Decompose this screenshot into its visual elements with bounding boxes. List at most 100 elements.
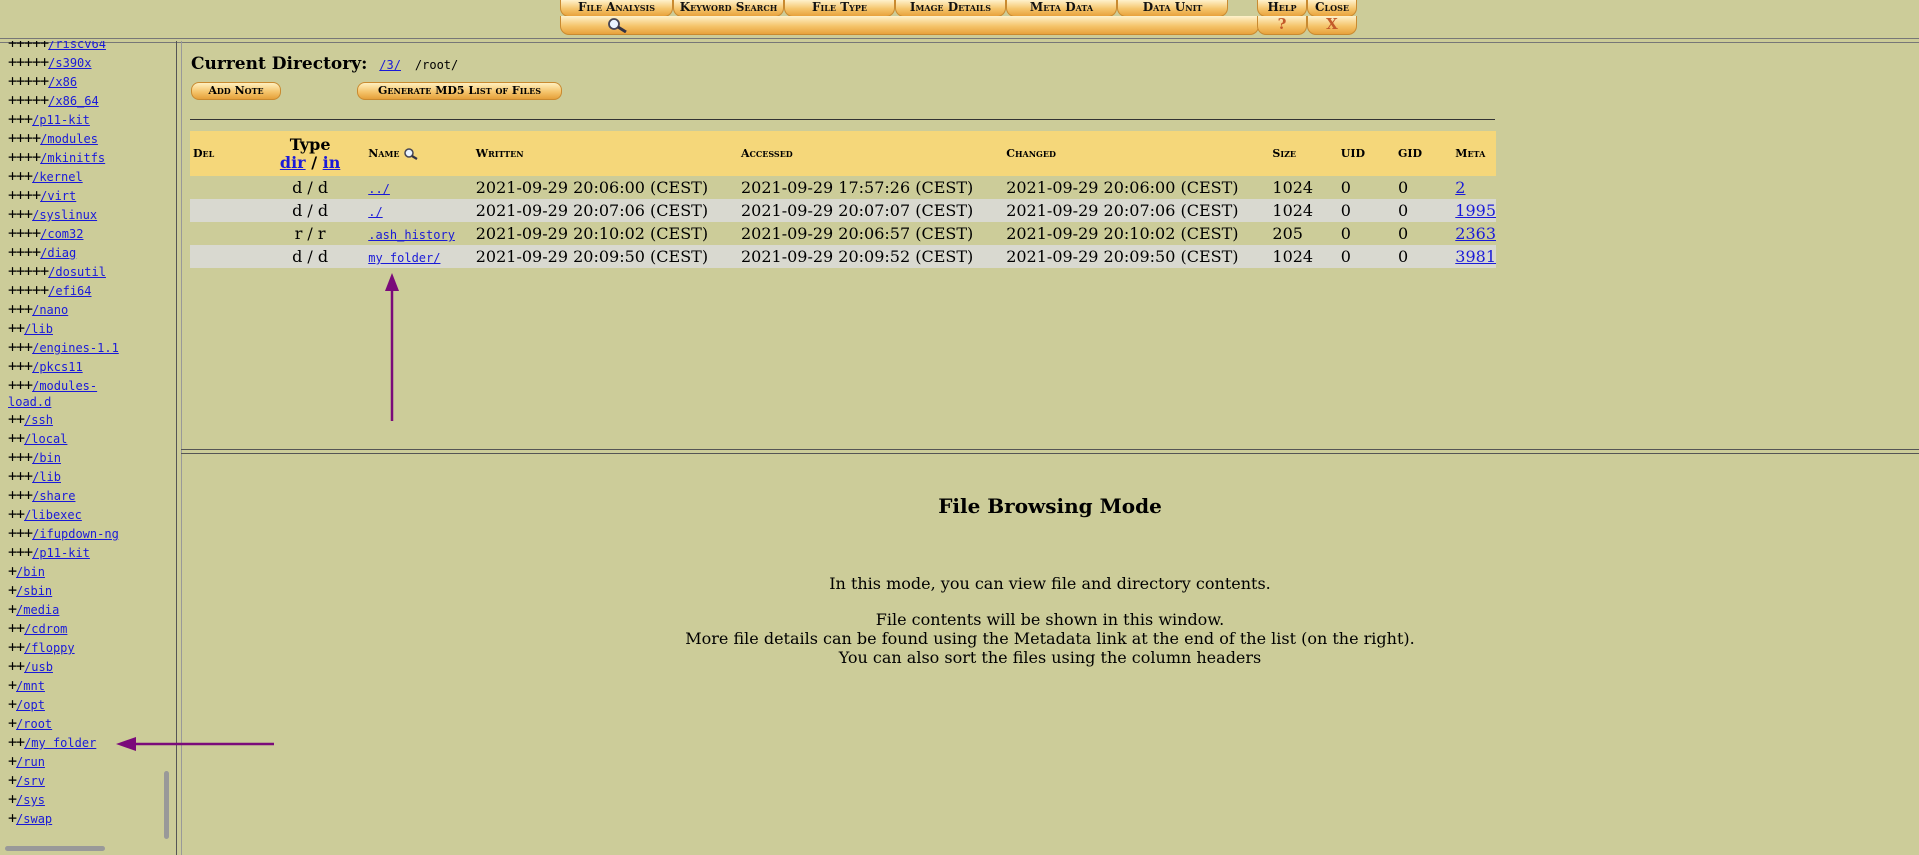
tree-item-link[interactable]: /com32 (40, 227, 83, 241)
tree-item-link[interactable]: /nano (32, 303, 68, 317)
tree-item-link[interactable]: /share (32, 489, 75, 503)
current-directory-link[interactable]: /3/ (379, 58, 401, 72)
tree-expand-marker: +++++ (8, 72, 49, 90)
close-icon[interactable]: X (1307, 16, 1357, 35)
file-name-link[interactable]: .ash_history (368, 228, 455, 242)
add-note-button[interactable]: Add Note (191, 82, 281, 100)
cell-gid: 0 (1394, 176, 1453, 199)
header-changed[interactable]: Changed (1003, 131, 1270, 176)
tree-item-link[interactable]: /syslinux (32, 208, 97, 222)
generate-md5-button[interactable]: Generate MD5 List of Files (357, 82, 562, 100)
tree-item-link[interactable]: /srv (16, 774, 45, 788)
meta-link[interactable]: 2 (1455, 178, 1465, 197)
tree-item-link[interactable]: /x86 (48, 75, 77, 89)
tree-item: ++++/modules (8, 130, 98, 147)
tree-item: +/sbin (8, 582, 52, 599)
tree-vertical-scrollbar[interactable] (164, 771, 169, 839)
tree-item-link[interactable]: /kernel (32, 170, 83, 184)
header-size[interactable]: Size (1269, 131, 1338, 176)
help-icon[interactable]: ? (1257, 16, 1307, 35)
file-name-link[interactable]: my folder/ (368, 251, 440, 265)
header-written[interactable]: Written (472, 131, 738, 176)
cell-uid: 0 (1337, 199, 1395, 222)
tree-item-link[interactable]: /mnt (16, 679, 45, 693)
cell-del (190, 222, 253, 245)
tree-item-link[interactable]: /modules- (32, 379, 97, 393)
tree-item-link[interactable]: /libexec (24, 508, 82, 522)
info-line-3: More file details can be found using the… (685, 629, 1415, 648)
tree-item-link[interactable]: /opt (16, 698, 45, 712)
tree-item-link[interactable]: /diag (40, 246, 76, 260)
tree-item-link[interactable]: /engines-1.1 (32, 341, 119, 355)
cell-size: 205 (1269, 222, 1338, 245)
tree-item-link[interactable]: /ssh (24, 413, 53, 427)
tree-item-link[interactable]: /run (16, 755, 45, 769)
search-icon-bar[interactable] (560, 16, 1259, 35)
tree-item-link[interactable]: /media (16, 603, 59, 617)
sort-in-link[interactable]: in (323, 153, 341, 172)
tree-item-link[interactable]: /dosutil (48, 265, 106, 279)
tree-item-link[interactable]: /sys (16, 793, 45, 807)
table-row[interactable]: r / r .ash_history 2021-09-29 20:10:02 (CE… (190, 222, 1496, 245)
tree-item-link[interactable]: /modules (40, 132, 98, 146)
table-row[interactable]: d / d ./2021-09-29 20:07:06 (CEST) 2021-09… (190, 199, 1496, 222)
tab-data-unit[interactable]: Data Unit (1117, 0, 1228, 17)
tab-keyword-search[interactable]: Keyword Search (673, 0, 784, 17)
tree-item-link[interactable]: /lib (24, 322, 53, 336)
header-name[interactable]: Name (365, 131, 473, 176)
tree-item-link[interactable]: load.d (8, 395, 51, 409)
tree-item-link[interactable]: /ifupdown-ng (32, 527, 119, 541)
header-meta[interactable]: Meta (1452, 131, 1496, 176)
tab-file-type[interactable]: File Type (784, 0, 895, 17)
tree-item-link[interactable]: /efi64 (48, 284, 91, 298)
tree-item-link[interactable]: /swap (16, 812, 52, 826)
tree-item: ++++/com32 (8, 225, 83, 242)
horizontal-rule (190, 119, 1495, 120)
tree-item-link[interactable]: /root (16, 717, 52, 731)
sort-dir-link[interactable]: dir (280, 153, 306, 172)
table-row[interactable]: d / d my folder/2021-09-29 20:09:50 (CEST… (190, 245, 1496, 268)
header-uid[interactable]: UID (1337, 131, 1395, 176)
tree-item-link[interactable]: /cdrom (24, 622, 67, 636)
cell-gid: 0 (1394, 245, 1453, 268)
cell-meta: 3981 (1452, 245, 1496, 268)
file-name-link[interactable]: ../ (368, 182, 390, 196)
tree-item-link[interactable]: /sbin (16, 584, 52, 598)
tree-item-link[interactable]: /floppy (24, 641, 75, 655)
tree-item-link[interactable]: /local (24, 432, 67, 446)
tab-meta-data[interactable]: Meta Data (1006, 0, 1117, 17)
tab-file-analysis[interactable]: File Analysis (560, 0, 673, 17)
meta-link[interactable]: 1995 (1455, 201, 1496, 220)
tree-item: ++/floppy (8, 639, 75, 656)
tree-item-link[interactable]: /p11-kit (32, 113, 90, 127)
header-accessed[interactable]: Accessed (737, 131, 1004, 176)
tree-item-link[interactable]: /bin (32, 451, 61, 465)
current-directory-label: Current Directory: (191, 54, 368, 74)
tree-expand-marker: + (8, 714, 17, 732)
tree-expand-marker: +++++ (8, 91, 49, 109)
tree-horizontal-scrollbar[interactable] (5, 846, 105, 851)
tree-item-link[interactable]: /p11-kit (32, 546, 90, 560)
header-name-label: Name (368, 147, 400, 160)
tree-item-link[interactable]: /virt (40, 189, 76, 203)
tree-item-link[interactable]: /x86_64 (48, 94, 99, 108)
cell-gid: 0 (1394, 199, 1453, 222)
table-row[interactable]: d / d ../2021-09-29 20:06:00 (CEST) 2021-0… (190, 176, 1496, 199)
meta-link[interactable]: 2363 (1455, 224, 1496, 243)
tree-item-link[interactable]: /riscv64 (48, 41, 106, 51)
meta-link[interactable]: 3981 (1455, 247, 1496, 266)
type-separator: / (311, 152, 318, 172)
tab-image-details[interactable]: Image Details (895, 0, 1006, 17)
tree-item-link[interactable]: /s390x (48, 56, 91, 70)
tree-item-link[interactable]: /bin (16, 565, 45, 579)
info-line-4: You can also sort the files using the co… (838, 648, 1262, 667)
header-gid[interactable]: GID (1394, 131, 1453, 176)
tree-item-link[interactable]: /pkcs11 (32, 360, 83, 374)
file-name-link[interactable]: ./ (368, 205, 382, 219)
tree-item-link[interactable]: /lib (32, 470, 61, 484)
tree-item-link[interactable]: /usb (24, 660, 53, 674)
tree-item-link[interactable]: /mkinitfs (40, 151, 105, 165)
tree-item: ++/usb (8, 658, 53, 675)
tree-item: ++/my folder (8, 734, 96, 751)
tree-item-link[interactable]: /my folder (24, 736, 96, 750)
